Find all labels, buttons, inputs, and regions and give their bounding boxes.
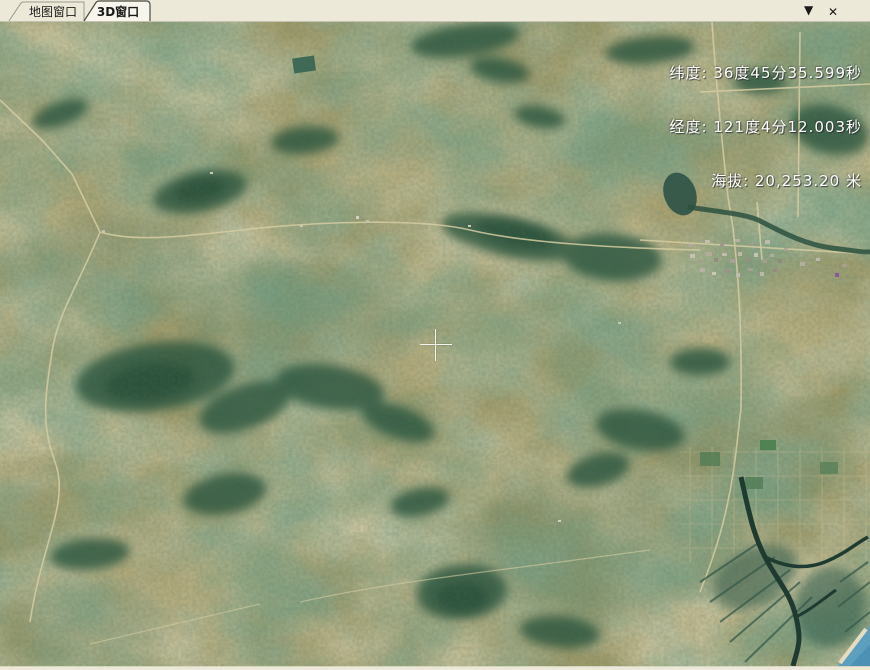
3d-map-viewport[interactable]: 纬度: 36度45分35.599秒 经度: 121度4分12.003秒 海拔: … <box>0 22 870 666</box>
application-window: 地图窗口 3D窗口 ▼ ✕ <box>0 0 870 670</box>
coordinate-readout: 纬度: 36度45分35.599秒 经度: 121度4分12.003秒 海拔: … <box>670 28 862 226</box>
longitude-readout: 经度: 121度4分12.003秒 <box>670 118 862 136</box>
tab-map-window[interactable]: 地图窗口 <box>9 2 84 21</box>
elevation-readout: 海拔: 20,253.20 米 <box>670 172 862 190</box>
tab-3d-window-label[interactable]: 3D窗口 <box>97 4 139 19</box>
tab-map-window-label[interactable]: 地图窗口 <box>29 5 77 19</box>
latitude-readout: 纬度: 36度45分35.599秒 <box>670 64 862 82</box>
window-bottom-border <box>0 666 870 670</box>
tab-menu-dropdown-icon[interactable]: ▼ <box>804 3 814 17</box>
tab-bar: 地图窗口 3D窗口 ▼ ✕ <box>0 0 870 22</box>
close-icon[interactable]: ✕ <box>828 5 838 19</box>
